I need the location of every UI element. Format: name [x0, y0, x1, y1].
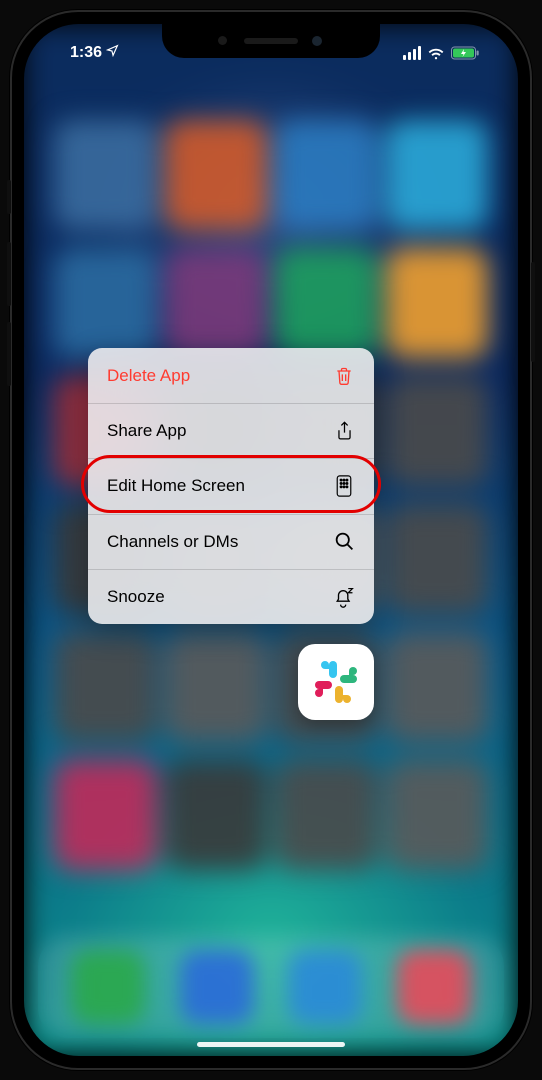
- dock-app-icon: [180, 950, 254, 1024]
- dock-app-icon: [397, 950, 471, 1024]
- menu-item-label: Channels or DMs: [107, 532, 238, 552]
- menu-item-label: Share App: [107, 421, 186, 441]
- apps-grid-icon: [333, 475, 355, 497]
- menu-item-edit-home-screen[interactable]: Edit Home Screen: [88, 458, 374, 513]
- menu-item-delete-app[interactable]: Delete App: [88, 348, 374, 403]
- menu-item-label: Edit Home Screen: [107, 476, 245, 496]
- slack-icon: [311, 657, 361, 707]
- blurred-app-icon: [54, 248, 157, 358]
- blurred-app-icon: [54, 120, 157, 230]
- location-arrow-icon: [106, 44, 119, 62]
- dock-app-icon: [71, 950, 145, 1024]
- menu-item-share-app[interactable]: Share App: [88, 403, 374, 458]
- blurred-app-icon: [386, 760, 489, 870]
- menu-item-label: Delete App: [107, 366, 190, 386]
- blurred-app-icon: [165, 248, 268, 358]
- search-icon: [333, 531, 355, 553]
- share-icon: [333, 420, 355, 442]
- wifi-icon: [427, 46, 445, 60]
- blurred-app-icon: [275, 120, 378, 230]
- blurred-app-icon: [165, 760, 268, 870]
- home-indicator[interactable]: [197, 1042, 345, 1047]
- blurred-app-icon: [386, 632, 489, 742]
- blurred-app-icon: [165, 120, 268, 230]
- blurred-app-icon: [54, 632, 157, 742]
- menu-item-channels-or-dms[interactable]: Channels or DMs: [88, 514, 374, 569]
- menu-item-snooze[interactable]: Snooze: [88, 569, 374, 624]
- focused-app-slack[interactable]: [298, 644, 374, 720]
- status-time: 1:36: [70, 44, 102, 62]
- trash-icon: [333, 365, 355, 387]
- blurred-app-icon: [386, 376, 489, 486]
- battery-charging-icon: [451, 46, 480, 60]
- cellular-signal-icon: [403, 46, 422, 60]
- blurred-app-icon: [275, 760, 378, 870]
- blurred-app-icon: [386, 120, 489, 230]
- phone-screen: 1:36 Delete App: [24, 24, 518, 1056]
- blurred-app-icon: [54, 760, 157, 870]
- context-menu: Delete App Share App Edit Home Screen Ch…: [88, 348, 374, 624]
- blurred-app-icon: [165, 632, 268, 742]
- dock: [38, 936, 504, 1038]
- bell-snooze-icon: [333, 586, 355, 608]
- blurred-app-icon: [386, 504, 489, 614]
- blurred-app-icon: [386, 248, 489, 358]
- blurred-app-icon: [275, 248, 378, 358]
- dock-app-icon: [288, 950, 362, 1024]
- menu-item-label: Snooze: [107, 587, 165, 607]
